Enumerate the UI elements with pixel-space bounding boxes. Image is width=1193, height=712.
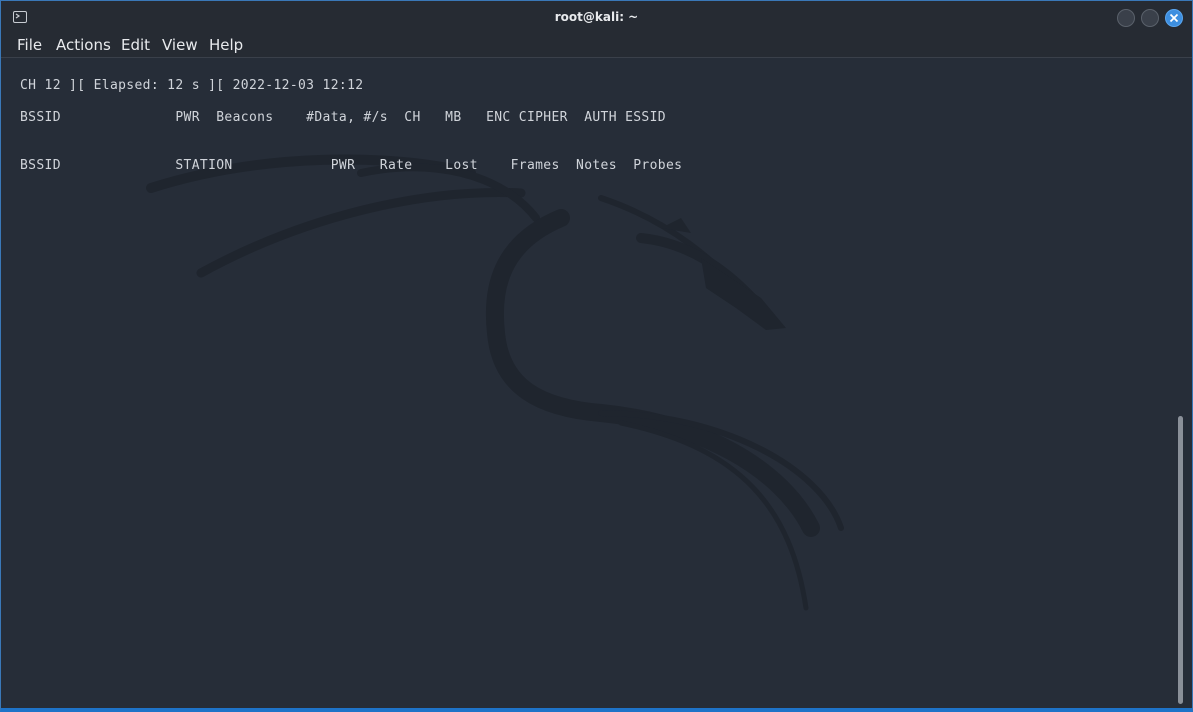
title-bar[interactable]: root@kali: ~: [1, 1, 1192, 33]
station-header-line: BSSID STATION PWR Rate Lost Frames Notes…: [20, 158, 683, 173]
vertical-scrollbar[interactable]: [1178, 416, 1183, 704]
menu-help[interactable]: Help: [209, 36, 243, 54]
ap-header-line: BSSID PWR Beacons #Data, #/s CH MB ENC C…: [20, 110, 666, 125]
menu-actions[interactable]: Actions: [56, 36, 111, 54]
terminal-window: root@kali: ~ File Actions Edit View Help: [0, 0, 1193, 712]
kali-dragon-logo: [146, 154, 844, 611]
close-icon: [1169, 13, 1179, 23]
menu-file[interactable]: File: [17, 36, 42, 54]
close-button[interactable]: [1165, 9, 1183, 27]
menu-edit[interactable]: Edit: [121, 36, 150, 54]
menu-view[interactable]: View: [162, 36, 198, 54]
status-line: CH 12 ][ Elapsed: 12 s ][ 2022-12-03 12:…: [20, 78, 364, 93]
menu-bar: File Actions Edit View Help: [1, 33, 1192, 58]
maximize-button[interactable]: [1141, 9, 1159, 27]
window-title: root@kali: ~: [554, 10, 639, 24]
minimize-button[interactable]: [1117, 9, 1135, 27]
terminal-area[interactable]: CH 12 ][ Elapsed: 12 s ][ 2022-12-03 12:…: [1, 58, 1192, 708]
